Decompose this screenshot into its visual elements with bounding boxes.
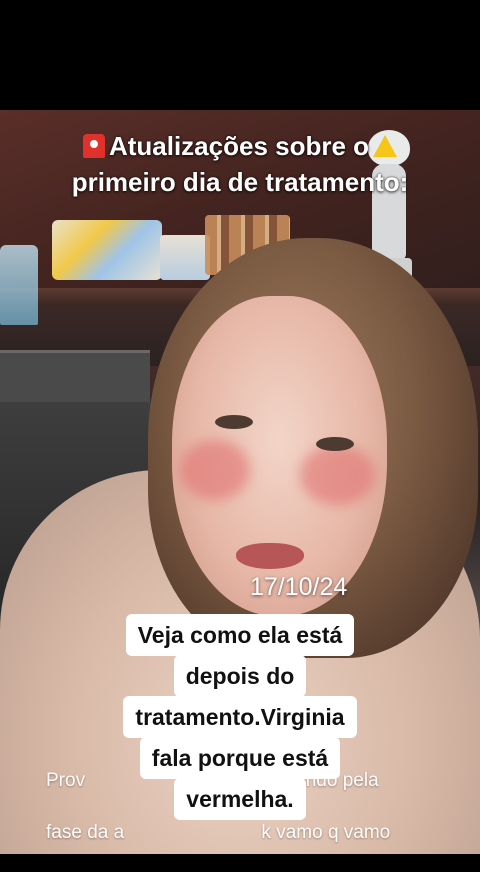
- caption-line-5: vermelha.: [174, 778, 306, 820]
- alarm-icon: [82, 134, 105, 158]
- snack-box: [160, 235, 210, 280]
- headline-line-1: Atualizações sobre o: [20, 128, 460, 164]
- date-label: 17/10/24: [250, 573, 348, 601]
- caption-line-3: tratamento.Virginia: [123, 696, 357, 738]
- water-bottles: [0, 245, 38, 325]
- caption-block: Veja como ela está depois do tratamento.…: [0, 614, 480, 820]
- headline-text-1: Atualizações sobre o: [108, 131, 370, 161]
- background-caption-line-2: fase da a k vamo q vamo: [46, 822, 391, 843]
- mouth: [236, 543, 304, 569]
- right-eye: [316, 437, 354, 451]
- caption-line-4: fala porque está: [139, 737, 341, 779]
- headline: Atualizações sobre o primeiro dia de tra…: [20, 128, 460, 200]
- left-eye: [215, 415, 253, 429]
- warning-icon: [373, 135, 398, 157]
- left-cheek: [180, 440, 250, 500]
- caption-line-1: Veja como ela está: [125, 614, 355, 656]
- snack-bags: [52, 220, 162, 280]
- caption-line-2: depois do: [173, 655, 307, 697]
- right-cheek: [300, 445, 375, 505]
- headline-line-2: primeiro dia de tratamento:: [71, 167, 409, 197]
